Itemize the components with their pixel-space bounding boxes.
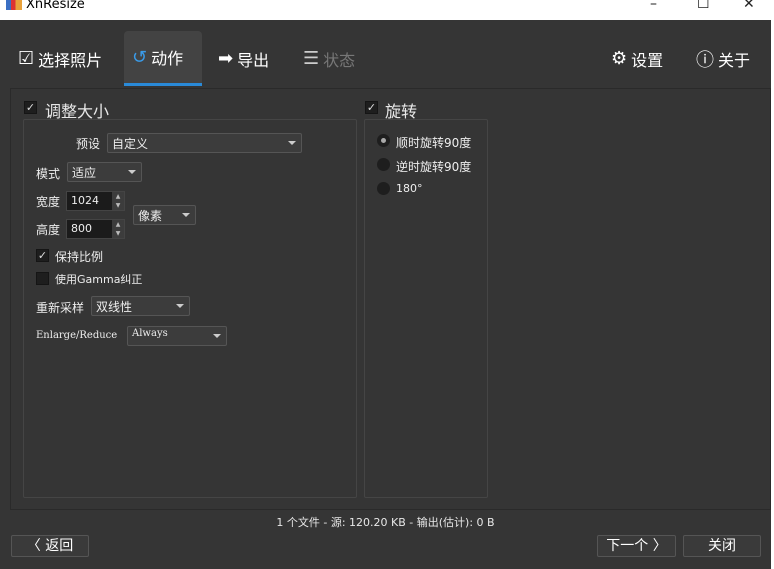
enlarge-value: Always [132,328,168,339]
resample-label: 重新采样 [36,301,85,315]
rotate-cw-radio[interactable] [377,134,390,147]
mode-label: 模式 [36,167,61,181]
tab-status[interactable]: ☰ 状态 [295,31,363,86]
minimize-button[interactable]: – [650,0,657,12]
rotate-180-label: 180° [396,182,423,195]
chevron-down-icon [176,304,184,308]
export-icon: ➡ [218,48,234,69]
tab-select-photos[interactable]: ☑ 选择照片 [10,31,110,86]
mode-select[interactable]: 适应 [67,162,142,182]
width-label: 宽度 [36,195,61,209]
close-button[interactable]: 关闭 [683,535,761,557]
enlarge-label: Enlarge/Reduce [36,330,118,341]
rotate-ccw-label: 逆时旋转90度 [396,160,472,174]
tab-label: 导出 [237,50,270,70]
resize-checkbox[interactable]: ✓ [24,101,37,114]
status-text: 1 个文件 - 源: 120.20 KB - 输出(估计): 0 B [276,516,495,529]
settings-label: 设置 [631,50,664,70]
info-icon: ⓘ [696,49,714,71]
tab-label: 状态 [323,50,356,70]
tab-actions[interactable]: ↺ 动作 [124,31,202,86]
width-value: 1024 [71,194,99,207]
preset-value: 自定义 [112,137,149,151]
mode-value: 适应 [72,166,97,180]
chevron-down-icon [288,141,296,145]
window-title: XnResize [26,0,85,12]
chevron-down-icon [128,170,136,174]
keep-ratio-label: 保持比例 [55,250,104,264]
chevron-down-icon [213,334,221,338]
chevron-down-icon [182,213,190,217]
enlarge-select[interactable]: Always [127,326,227,346]
width-input[interactable]: 1024 ▲ ▼ [66,191,125,211]
preset-label: 预设 [76,137,101,151]
app-icon [6,0,22,10]
close-window-button[interactable]: ✕ [743,0,755,12]
next-button[interactable]: 下一个 〉 [597,535,676,557]
rotate-ccw-radio[interactable] [377,158,390,171]
resample-select[interactable]: 双线性 [91,296,190,316]
clipboard-icon: ☰ [303,48,320,69]
back-button[interactable]: 〈 返回 [11,535,89,557]
rotate-cw-label: 顺时旋转90度 [396,136,472,150]
tab-label: 动作 [151,49,184,68]
rotate-180-radio[interactable] [377,182,390,195]
unit-value: 像素 [138,209,163,223]
unit-select[interactable]: 像素 [133,205,196,225]
height-input[interactable]: 800 ▲ ▼ [66,219,125,239]
height-value: 800 [71,222,92,235]
gear-icon: ⚙ [611,48,628,69]
settings-button[interactable]: ⚙ 设置 [603,31,671,86]
gamma-checkbox[interactable] [36,272,49,285]
maximize-button[interactable]: ☐ [697,0,710,12]
height-label: 高度 [36,223,61,237]
spin-arrows-icon[interactable]: ▲ ▼ [112,192,124,210]
about-label: 关于 [718,50,751,70]
keep-ratio-checkbox[interactable]: ✓ [36,249,49,262]
gamma-label: 使用Gamma纠正 [55,273,143,286]
rotate-checkbox[interactable]: ✓ [365,101,378,114]
rotate-group [364,119,488,498]
spin-arrows-icon[interactable]: ▲ ▼ [112,220,124,238]
rotate-arrow-icon: ↺ [132,46,148,68]
about-button[interactable]: ⓘ 关于 [688,31,758,86]
preset-select[interactable]: 自定义 [107,133,302,153]
tab-export[interactable]: ➡ 导出 [210,31,277,86]
resample-value: 双线性 [96,300,133,314]
tab-label: 选择照片 [38,50,103,70]
title-bar: XnResize – ☐ ✕ [0,0,774,20]
photo-check-icon: ☑ [18,48,35,69]
